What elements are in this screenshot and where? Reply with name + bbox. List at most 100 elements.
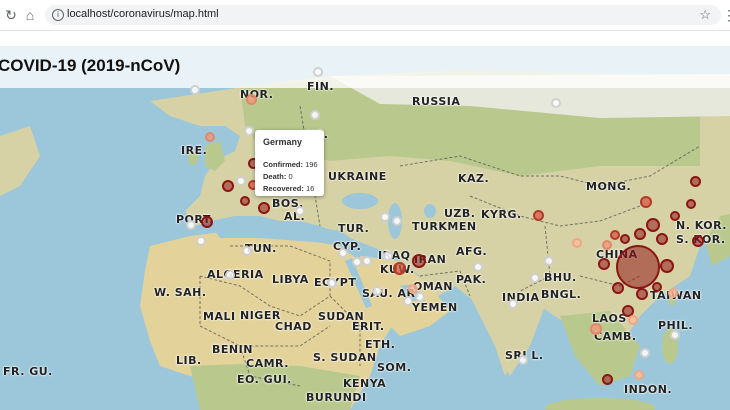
page-title: COVID-19 (2019-nCoV) [0, 56, 181, 75]
case-marker-israel[interactable] [362, 256, 372, 266]
case-marker-china-4[interactable] [636, 288, 648, 300]
case-marker-russia[interactable] [551, 98, 561, 108]
country-label-lib: LIB. [176, 354, 202, 367]
country-label-uzb: UZB. [444, 207, 476, 220]
country-label-eth: ETH. [365, 338, 396, 351]
country-label-mong: MONG. [586, 180, 632, 193]
case-marker-iceland[interactable] [190, 85, 200, 95]
country-label-camr: CAMR. [246, 357, 289, 370]
country-label-burundi: BURUNDI [306, 391, 367, 404]
case-marker-spain[interactable] [240, 196, 250, 206]
case-marker-france[interactable] [222, 180, 234, 192]
country-label-ssudan: S. SUDAN [313, 351, 377, 364]
case-marker-algeria-2[interactable] [225, 270, 235, 280]
tooltip-confirmed: Confirmed: 196 [263, 160, 318, 169]
case-marker-china-9[interactable] [652, 282, 662, 292]
country-label-libya: LIBYA [272, 273, 309, 286]
case-marker-philippines[interactable] [670, 330, 680, 340]
case-marker-srilanka[interactable] [518, 355, 528, 365]
country-label-nkor: N. KOR. [676, 219, 727, 232]
tooltip-recovered: Recovered: 16 [263, 184, 315, 193]
case-marker-china-3[interactable] [612, 282, 624, 294]
case-marker-norway[interactable] [246, 94, 257, 105]
case-marker-malaysia[interactable] [634, 370, 644, 380]
case-marker-indonesia[interactable] [602, 374, 613, 385]
case-marker-kazakhstan[interactable] [533, 210, 544, 221]
tooltip-country: Germany [263, 137, 303, 147]
case-marker-china-west[interactable] [602, 240, 612, 250]
case-marker-china-5[interactable] [660, 259, 674, 273]
address-bar[interactable]: i localhost/coronavirus/map.html ☆ [45, 5, 721, 25]
case-marker-iran[interactable] [412, 254, 426, 268]
country-label-eogui: EO. GUI. [237, 373, 292, 386]
back-arrow-icon[interactable]: ↻ [3, 7, 19, 23]
case-marker-skorea[interactable] [692, 235, 704, 247]
country-label-bngl: BNGL. [541, 288, 582, 301]
case-marker-denmark[interactable] [244, 126, 254, 136]
country-label-kenya: KENYA [343, 377, 387, 390]
country-label-pak: PAK. [456, 273, 487, 286]
country-label-fin: FIN. [307, 80, 334, 93]
case-marker-tunisia[interactable] [242, 246, 252, 256]
case-marker-balkans[interactable] [295, 206, 305, 216]
home-icon[interactable]: ⌂ [22, 7, 38, 23]
tooltip-death: Death: 0 [263, 172, 293, 181]
case-marker-cyprus[interactable] [338, 248, 348, 258]
case-marker-bhutan[interactable] [544, 256, 554, 266]
case-marker-syria[interactable] [383, 251, 393, 261]
case-marker-china-1[interactable] [646, 218, 660, 232]
country-label-ukraine: UKRAINE [328, 170, 387, 183]
country-label-erit: ERIT. [352, 320, 385, 333]
star-icon[interactable]: ☆ [699, 7, 711, 23]
country-label-afg: AFG. [456, 245, 488, 258]
url-text: localhost/coronavirus/map.html [67, 8, 219, 20]
case-marker-italy[interactable] [258, 202, 270, 214]
country-label-russia: RUSSIA [412, 95, 461, 108]
case-marker-taiwan[interactable] [668, 288, 678, 298]
case-marker-borneo[interactable] [640, 348, 650, 358]
case-marker-portugal[interactable] [201, 216, 213, 228]
case-marker-nkorea[interactable] [690, 176, 701, 187]
case-marker-finland-north[interactable] [313, 67, 323, 77]
case-marker-china-ne[interactable] [670, 211, 680, 221]
case-marker-armenia[interactable] [392, 216, 402, 226]
country-label-ire: IRE. [181, 144, 208, 157]
case-marker-morocco[interactable] [186, 220, 196, 230]
case-marker-cambodia[interactable] [628, 315, 638, 325]
title-bar: COVID-19 (2019-nCoV) [0, 46, 730, 88]
case-marker-qatar[interactable] [403, 296, 413, 306]
case-marker-thailand[interactable] [590, 323, 602, 335]
case-marker-belgium[interactable] [236, 176, 246, 186]
case-marker-bahrain[interactable] [415, 292, 425, 302]
country-tooltip: Germany Confirmed: 196 Death: 0 Recovere… [255, 130, 324, 196]
case-marker-india-1[interactable] [530, 273, 540, 283]
case-marker-georgia[interactable] [380, 212, 390, 222]
info-icon[interactable]: i [52, 9, 64, 21]
country-label-frgu: FR. GU. [3, 365, 53, 378]
case-marker-nepal[interactable] [572, 238, 582, 248]
country-label-mali: MALI [203, 310, 236, 323]
country-label-yemen: YEMEN [412, 301, 458, 314]
case-marker-china-10[interactable] [610, 230, 620, 240]
case-marker-saudi[interactable] [372, 286, 382, 296]
case-marker-iraq[interactable] [393, 262, 406, 275]
case-marker-china-north[interactable] [640, 196, 652, 208]
case-marker-algeria-1[interactable] [196, 236, 206, 246]
case-marker-afghanistan[interactable] [473, 262, 483, 272]
country-label-kyrg: KYRG. [481, 208, 522, 221]
case-marker-finland[interactable] [310, 110, 320, 120]
case-marker-china-8[interactable] [620, 234, 630, 244]
country-label-algeria: ALGERIA [207, 268, 264, 281]
case-marker-china-2[interactable] [598, 258, 610, 270]
case-marker-china-6[interactable] [656, 233, 668, 245]
case-marker-egypt[interactable] [327, 278, 337, 288]
case-marker-india-2[interactable] [508, 299, 518, 309]
country-label-som: SOM. [377, 361, 412, 374]
country-label-chad: CHAD [275, 320, 312, 333]
country-label-tur: TUR. [338, 222, 370, 235]
menu-icon[interactable]: ⋮ [722, 7, 730, 24]
case-marker-china-7[interactable] [634, 228, 646, 240]
case-marker-ireland[interactable] [205, 132, 215, 142]
case-marker-japan-north[interactable] [686, 199, 696, 209]
case-marker-lebanon[interactable] [352, 257, 362, 267]
